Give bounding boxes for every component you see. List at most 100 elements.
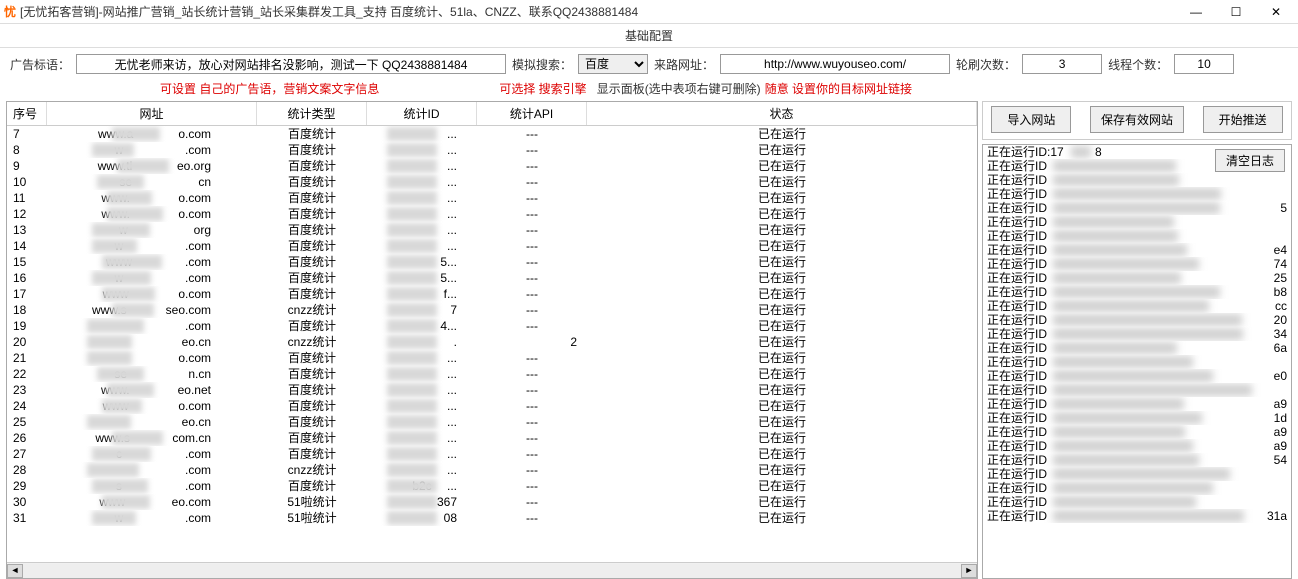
save-button[interactable]: 保存有效网站: [1090, 106, 1184, 133]
log-line: 正在运行ID34: [983, 327, 1291, 341]
table-row[interactable]: 17wwwo.com百度统计f...---已在运行: [7, 286, 977, 302]
cell-type: 百度统计: [257, 446, 367, 462]
log-line: 正在运行ID31a: [983, 509, 1291, 523]
table-row[interactable]: 16w.com百度统计5...---已在运行: [7, 270, 977, 286]
cell-seq: 19: [7, 318, 47, 334]
log-line: 正在运行ID74: [983, 257, 1291, 271]
table-row[interactable]: 31w.com51啦统计08---已在运行: [7, 510, 977, 526]
search-engine-select[interactable]: 百度: [578, 54, 648, 74]
table-row[interactable]: 28.comcnzz统计...---已在运行: [7, 462, 977, 478]
maximize-button[interactable]: ☐: [1226, 5, 1246, 19]
table-row[interactable]: 8w.com百度统计...---已在运行: [7, 142, 977, 158]
table-row[interactable]: 9www.tieo.org百度统计...---已在运行: [7, 158, 977, 174]
cell-seq: 10: [7, 174, 47, 190]
hints-row: 可设置 自己的广告语，营销文案文字信息 可选择 搜索引擎 显示面板(选中表项右键…: [0, 80, 1298, 101]
cell-id: 08: [367, 510, 477, 526]
data-table[interactable]: 序号 网址 统计类型 统计ID 统计API 状态 7www.ao.com百度统计…: [6, 101, 978, 579]
start-button[interactable]: 开始推送: [1203, 106, 1283, 133]
cell-url: www.sseo.com: [47, 302, 257, 318]
cell-api: ---: [477, 254, 587, 270]
table-row[interactable]: 15www.com百度统计5...---已在运行: [7, 254, 977, 270]
cell-api: ---: [477, 206, 587, 222]
table-row[interactable]: 14w.com百度统计...---已在运行: [7, 238, 977, 254]
table-row[interactable]: 11www.o.com百度统计...---已在运行: [7, 190, 977, 206]
horizontal-scrollbar[interactable]: ◄ ►: [7, 562, 977, 578]
table-row[interactable]: 19.com百度统计4...---已在运行: [7, 318, 977, 334]
cell-status: 已在运行: [587, 334, 977, 350]
clear-log-button[interactable]: 清空日志: [1215, 149, 1285, 172]
titlebar: 忧 [无忧拓客营销]-网站推广营销_站长统计营销_站长采集群发工具_支持 百度统…: [0, 0, 1298, 24]
cell-status: 已在运行: [587, 286, 977, 302]
rounds-input[interactable]: [1022, 54, 1102, 74]
cell-type: 百度统计: [257, 190, 367, 206]
cell-id: ...: [367, 414, 477, 430]
search-label: 模拟搜索：: [512, 56, 572, 73]
table-row[interactable]: 13worg百度统计...---已在运行: [7, 222, 977, 238]
cell-type: 百度统计: [257, 222, 367, 238]
hint-ad: 可设置 自己的广告语，营销文案文字信息: [160, 80, 379, 97]
table-row[interactable]: 24wwwo.com百度统计...---已在运行: [7, 398, 977, 414]
cell-seq: 11: [7, 190, 47, 206]
table-row[interactable]: 26www.scom.cn百度统计...---已在运行: [7, 430, 977, 446]
th-id: 统计ID: [367, 102, 477, 125]
table-row[interactable]: 20eo.cncnzz统计.2已在运行: [7, 334, 977, 350]
cell-type: 百度统计: [257, 206, 367, 222]
cell-url: w.com: [47, 510, 257, 526]
cell-url: s.com: [47, 478, 257, 494]
table-row[interactable]: 29s.com百度统计b2c...---已在运行: [7, 478, 977, 494]
cell-api: ---: [477, 126, 587, 142]
close-button[interactable]: ✕: [1266, 5, 1286, 19]
ad-input[interactable]: [76, 54, 506, 74]
table-row[interactable]: 27c.com百度统计...---已在运行: [7, 446, 977, 462]
cell-api: ---: [477, 398, 587, 414]
scroll-right-icon[interactable]: ►: [961, 564, 977, 578]
cell-type: 百度统计: [257, 430, 367, 446]
cell-status: 已在运行: [587, 430, 977, 446]
url-label: 来路网址：: [654, 56, 714, 73]
cell-type: 百度统计: [257, 158, 367, 174]
cell-id: .: [367, 334, 477, 350]
table-row[interactable]: 10secn百度统计...---已在运行: [7, 174, 977, 190]
log-line: 正在运行ID6a: [983, 341, 1291, 355]
table-row[interactable]: 18www.sseo.comcnzz统计7---已在运行: [7, 302, 977, 318]
log-line: 正在运行ID: [983, 187, 1291, 201]
log-line: 正在运行IDa9: [983, 425, 1291, 439]
cell-url: www.o.com: [47, 190, 257, 206]
cell-seq: 9: [7, 158, 47, 174]
table-row[interactable]: 30wwweo.com51啦统计367---已在运行: [7, 494, 977, 510]
cell-id: ...: [367, 190, 477, 206]
cell-url: www.ao.com: [47, 126, 257, 142]
cell-seq: 28: [7, 462, 47, 478]
import-button[interactable]: 导入网站: [991, 106, 1071, 133]
cell-api: ---: [477, 142, 587, 158]
cell-id: ...: [367, 382, 477, 398]
table-row[interactable]: 12www.o.com百度统计...---已在运行: [7, 206, 977, 222]
hint-search: 可选择 搜索引擎: [499, 80, 586, 97]
cell-url: wwwo.com: [47, 286, 257, 302]
cell-status: 已在运行: [587, 302, 977, 318]
cell-type: cnzz统计: [257, 302, 367, 318]
cell-status: 已在运行: [587, 350, 977, 366]
section-header: 基础配置: [0, 24, 1298, 48]
minimize-button[interactable]: —: [1186, 5, 1206, 19]
scroll-left-icon[interactable]: ◄: [7, 564, 23, 578]
cell-url: www.scom.cn: [47, 430, 257, 446]
cell-id: ...: [367, 430, 477, 446]
th-url: 网址: [47, 102, 257, 125]
table-row[interactable]: 23www.eo.net百度统计...---已在运行: [7, 382, 977, 398]
cell-api: ---: [477, 190, 587, 206]
threads-label: 线程个数：: [1108, 56, 1168, 73]
cell-id: ...: [367, 350, 477, 366]
cell-api: ---: [477, 382, 587, 398]
threads-input[interactable]: [1174, 54, 1234, 74]
cell-type: 百度统计: [257, 478, 367, 494]
url-input[interactable]: [720, 54, 950, 74]
table-row[interactable]: 22sen.cn百度统计...---已在运行: [7, 366, 977, 382]
table-row[interactable]: 25eo.cn百度统计...---已在运行: [7, 414, 977, 430]
cell-seq: 18: [7, 302, 47, 318]
cell-api: ---: [477, 302, 587, 318]
table-row[interactable]: 7www.ao.com百度统计...---已在运行: [7, 126, 977, 142]
cell-id: ...: [367, 462, 477, 478]
table-row[interactable]: 21o.com百度统计...---已在运行: [7, 350, 977, 366]
cell-api: ---: [477, 462, 587, 478]
